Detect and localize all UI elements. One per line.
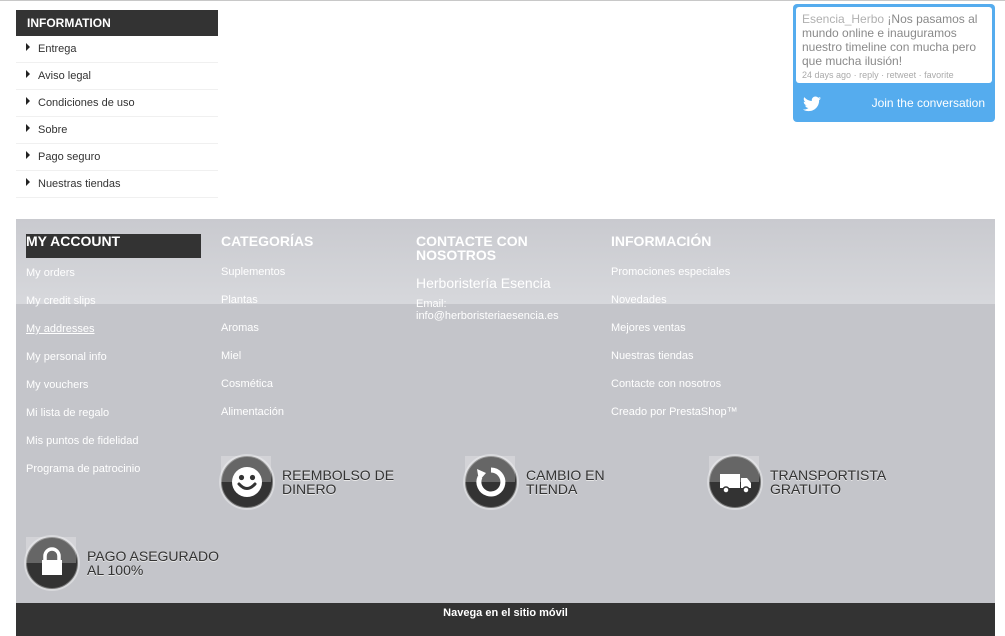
tweet: Esencia_Herbo ¡Nos pasamos al mundo onli… [796,7,992,83]
information-footer-links: Promociones especiales Novedades Mejores… [611,265,738,433]
information-link-label: Nuestras tiendas [38,178,121,190]
lock-icon [42,547,62,575]
truck-icon [720,474,751,494]
caret-right-icon [26,178,30,186]
my-account-title[interactable]: MY ACCOUNT [26,234,201,258]
referral-program-link[interactable]: Programa de patrocinio [26,462,201,490]
tweet-username[interactable]: Esencia_Herbo [802,12,884,26]
information-link-aviso-legal[interactable]: Aviso legal [16,63,218,90]
reassurance-label: TRANSPORTISTA GRATUITO [770,467,886,497]
smiley-icon [232,467,262,497]
reassurance-label: PAGO ASEGURADO AL 100% [87,548,219,578]
information-block-title: INFORMATION [16,10,218,36]
category-link-suplementos[interactable]: Suplementos [221,265,313,293]
information-link-label: Aviso legal [38,70,91,82]
caret-right-icon [26,43,30,51]
join-conversation-link[interactable]: Join the conversation [872,96,985,110]
reassurance-shipping: TRANSPORTISTA GRATUITO [709,456,909,508]
reassurance-refund: REEMBOLSO DE DINERO [221,456,421,508]
category-link-alimentacion[interactable]: Alimentación [221,405,313,433]
tweet-retweet-link[interactable]: retweet [887,70,917,80]
footer-information: INFORMACIÓN Promociones especiales Noved… [611,234,738,433]
contact-email: Email: info@herboristeriaesencia.es [416,298,566,322]
categories-title[interactable]: CATEGORÍAS [221,234,313,248]
my-account-links: My orders My credit slips My addresses M… [26,266,201,490]
mobile-site-bar: Navega en el sitio móvil [16,603,995,636]
footer-contact: CONTACTE CON NOSOTROS Herboristería Esen… [416,234,566,322]
mobile-site-link[interactable]: Navega en el sitio móvil [443,607,568,619]
email-link[interactable]: info@herboristeriaesencia.es [416,310,559,322]
information-link-entrega[interactable]: Entrega [16,36,218,63]
caret-right-icon [26,70,30,78]
new-products-link[interactable]: Novedades [611,293,738,321]
information-link-sobre[interactable]: Sobre [16,117,218,144]
information-link-label: Entrega [38,43,77,55]
footer: MY ACCOUNT My orders My credit slips My … [16,219,995,603]
information-list: Entrega Aviso legal Condiciones de uso S… [16,36,218,198]
category-link-miel[interactable]: Miel [221,349,313,377]
contact-company: Herboristería Esencia [416,275,551,291]
caret-right-icon [26,151,30,159]
separator: · [881,70,885,80]
twitter-bird-icon [803,96,821,112]
category-link-cosmetica[interactable]: Cosmética [221,377,313,405]
information-link-label: Condiciones de uso [38,97,135,109]
refresh-icon [476,467,506,497]
twitter-join-bar[interactable]: Join the conversation [793,90,995,118]
footer-my-account: MY ACCOUNT My orders My credit slips My … [26,234,201,490]
twitter-widget: Esencia_Herbo ¡Nos pasamos al mundo onli… [793,4,995,122]
separator: · [853,70,857,80]
reassurance-exchange: CAMBIO EN TIENDA [465,456,665,508]
information-link-condiciones[interactable]: Condiciones de uso [16,90,218,117]
best-sales-link[interactable]: Mejores ventas [611,321,738,349]
my-vouchers-link[interactable]: My vouchers [26,378,201,406]
category-link-aromas[interactable]: Aromas [221,321,313,349]
tweet-meta: 24 days ago · reply · retweet · favorite [802,70,986,81]
information-block: INFORMATION Entrega Aviso legal Condicio… [16,10,218,198]
my-addresses-link[interactable]: My addresses [26,322,201,350]
categories-links: Suplementos Plantas Aromas Miel Cosmétic… [221,265,313,433]
caret-right-icon [26,97,30,105]
information-link-pago-seguro[interactable]: Pago seguro [16,144,218,171]
contact-us-link[interactable]: Contacte con nosotros [611,377,738,405]
loyalty-points-link[interactable]: Mis puntos de fidelidad [26,434,201,462]
tweet-favorite-link[interactable]: favorite [924,70,954,80]
stores-link[interactable]: Nuestras tiendas [611,349,738,377]
information-link-label: Pago seguro [38,151,101,163]
reassurance-secure-payment: PAGO ASEGURADO AL 100% [26,537,246,589]
email-label: Email: [416,298,447,310]
information-link-nuestras-tiendas[interactable]: Nuestras tiendas [16,171,218,198]
my-credit-slips-link[interactable]: My credit slips [26,294,201,322]
specials-link[interactable]: Promociones especiales [611,265,738,293]
footer-categories: CATEGORÍAS Suplementos Plantas Aromas Mi… [221,234,313,433]
caret-right-icon [26,124,30,132]
information-link-label: Sobre [38,124,68,136]
gift-list-link[interactable]: Mi lista de regalo [26,406,201,434]
information-title[interactable]: INFORMACIÓN [611,234,738,248]
my-orders-link[interactable]: My orders [26,266,201,294]
my-personal-info-link[interactable]: My personal info [26,350,201,378]
contact-title[interactable]: CONTACTE CON NOSOTROS [416,234,566,262]
tweet-reply-link[interactable]: reply [859,70,879,80]
tweet-time[interactable]: 24 days ago [802,70,851,80]
reassurance-label: CAMBIO EN TIENDA [526,467,605,497]
category-link-plantas[interactable]: Plantas [221,293,313,321]
reassurance-label: REEMBOLSO DE DINERO [282,467,395,497]
prestashop-link[interactable]: Creado por PrestaShop™ [611,405,738,433]
separator: · [918,70,922,80]
